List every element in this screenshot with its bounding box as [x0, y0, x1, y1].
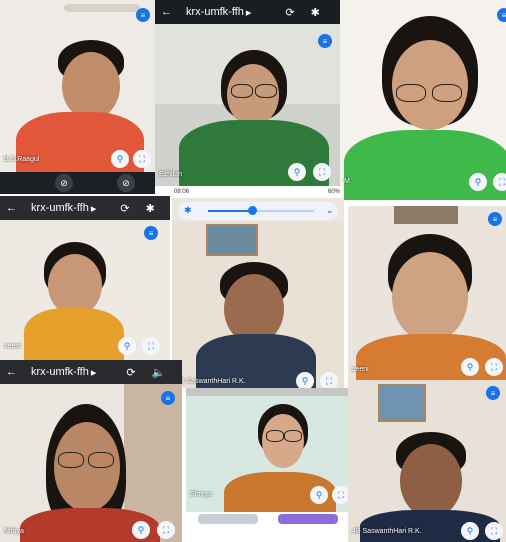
- chevron-right-icon[interactable]: ▸: [91, 366, 97, 379]
- video-feed: [0, 0, 155, 172]
- pin-icon[interactable]: ⚲: [461, 522, 479, 540]
- volume-slider[interactable]: ✱ ⌄: [178, 202, 338, 220]
- participant-tile-nithya[interactable]: ← krx-umfk-ffh ▸ ⟳ 🔈 ≡ Nithya ⚲ ⛶: [0, 360, 182, 542]
- participant-name: Ezhilan: [159, 171, 182, 178]
- speaking-indicator-icon: ≡: [318, 34, 332, 48]
- video-feed: [348, 206, 506, 380]
- pin-icon[interactable]: ⚲: [118, 337, 136, 355]
- speaking-indicator-icon: ≡: [488, 212, 502, 226]
- fullscreen-icon[interactable]: ⛶: [320, 372, 338, 388]
- participant-tile-m[interactable]: ≡ M ⚲ ⛶: [340, 0, 506, 200]
- back-icon[interactable]: ←: [6, 366, 17, 378]
- status-time: 08:06: [174, 189, 190, 195]
- fullscreen-icon[interactable]: ⛶: [313, 163, 331, 181]
- fullscreen-icon[interactable]: ⛶: [485, 358, 503, 376]
- speaking-indicator-icon: ≡: [486, 386, 500, 400]
- participant-name: B.S.Raagul: [4, 156, 40, 163]
- speaking-indicator-icon: ≡: [136, 8, 150, 22]
- participant-tile-ezhilan[interactable]: ← krx-umfk-ffh ▸ ⟳ ✱ ≡ Ezhilan ⚲ ⛶: [155, 0, 340, 186]
- control-strip: [186, 512, 348, 542]
- camera-off-icon[interactable]: ⊘: [117, 174, 135, 192]
- meeting-header: ← krx-umfk-ffh ▸ ⟳ ✱: [155, 0, 340, 24]
- participant-name: seeni: [4, 343, 21, 350]
- speaking-indicator-icon: ≡: [144, 226, 158, 240]
- pin-icon[interactable]: ⚲: [310, 486, 328, 504]
- participant-name: seeni: [352, 366, 369, 373]
- participant-tile-saswanthhari-right[interactable]: ≡ 4B SaswanthHari R.K. ⚲ ⛶: [348, 380, 506, 542]
- pin-icon[interactable]: ⚲: [296, 372, 314, 388]
- meeting-header: ← krx-umfk-ffh ▸ ⟳ 🔈: [0, 360, 182, 384]
- control-pill-active[interactable]: [278, 514, 338, 524]
- participant-name: Shreya: [190, 491, 213, 498]
- video-feed: [155, 24, 340, 186]
- participant-name: Nithya: [4, 528, 24, 535]
- participant-tile-saswanthhari-center[interactable]: 08:06 60% ✱ ⌄ 4B SaswanthHari R.K. ⚲ ⛶: [172, 186, 344, 388]
- participant-name: M: [344, 178, 350, 185]
- control-pill[interactable]: [198, 514, 258, 524]
- switch-camera-icon[interactable]: ⟳: [285, 6, 294, 19]
- switch-camera-icon[interactable]: ⟳: [120, 202, 129, 215]
- participant-name: 4B SaswanthHari R.K.: [352, 528, 422, 535]
- fullscreen-icon[interactable]: ⛶: [133, 150, 151, 168]
- bluetooth-icon[interactable]: ✱: [146, 202, 155, 215]
- video-feed: [340, 0, 506, 200]
- back-icon[interactable]: ←: [6, 202, 17, 214]
- participant-name: 4B SaswanthHari R.K.: [176, 378, 246, 385]
- fullscreen-icon[interactable]: ⛶: [485, 522, 503, 540]
- video-feed: [0, 384, 182, 542]
- fullscreen-icon[interactable]: ⛶: [493, 173, 506, 191]
- pin-icon[interactable]: ⚲: [111, 150, 129, 168]
- speaker-icon[interactable]: 🔈: [152, 366, 166, 379]
- meeting-code: krx-umfk-ffh: [186, 6, 244, 18]
- bluetooth-icon: ✱: [184, 205, 192, 215]
- chevron-right-icon[interactable]: ▸: [246, 6, 252, 19]
- fullscreen-icon[interactable]: ⛶: [142, 337, 160, 355]
- mic-off-icon[interactable]: ⊘: [55, 174, 73, 192]
- participant-tile-seeni-right[interactable]: ≡ seeni ⚲ ⛶: [348, 206, 506, 380]
- fullscreen-icon[interactable]: ⛶: [332, 486, 348, 504]
- participant-tile-seeni-left[interactable]: ← krx-umfk-ffh ▸ ⟳ ✱ ≡ seeni ⚲ ⛶: [0, 196, 170, 360]
- speaking-indicator-icon: ≡: [161, 391, 175, 405]
- pin-icon[interactable]: ⚲: [469, 173, 487, 191]
- meeting-header: ← krx-umfk-ffh ▸ ⟳ ✱: [0, 196, 170, 220]
- meeting-code: krx-umfk-ffh: [31, 202, 89, 214]
- pin-icon[interactable]: ⚲: [461, 358, 479, 376]
- participant-tile-raagul[interactable]: ≡ B.S.Raagul ⚲ ⛶: [0, 0, 155, 172]
- chevron-right-icon[interactable]: ▸: [91, 202, 97, 215]
- meeting-code: krx-umfk-ffh: [31, 366, 89, 378]
- chevron-down-icon[interactable]: ⌄: [326, 205, 334, 216]
- back-icon[interactable]: ←: [161, 6, 172, 18]
- pin-icon[interactable]: ⚲: [132, 521, 150, 539]
- fullscreen-icon[interactable]: ⛶: [157, 521, 175, 539]
- participant-tile-shreya[interactable]: Shreya ⚲ ⛶: [186, 388, 348, 512]
- control-strip: ⊘ ⊘: [0, 172, 155, 194]
- video-feed: [348, 380, 506, 542]
- battery-level: 60%: [327, 189, 340, 195]
- bluetooth-icon[interactable]: ✱: [311, 6, 320, 19]
- speaking-indicator-icon: ≡: [497, 8, 506, 22]
- switch-camera-icon[interactable]: ⟳: [126, 366, 135, 379]
- pin-icon[interactable]: ⚲: [288, 163, 306, 181]
- video-feed: [172, 222, 344, 388]
